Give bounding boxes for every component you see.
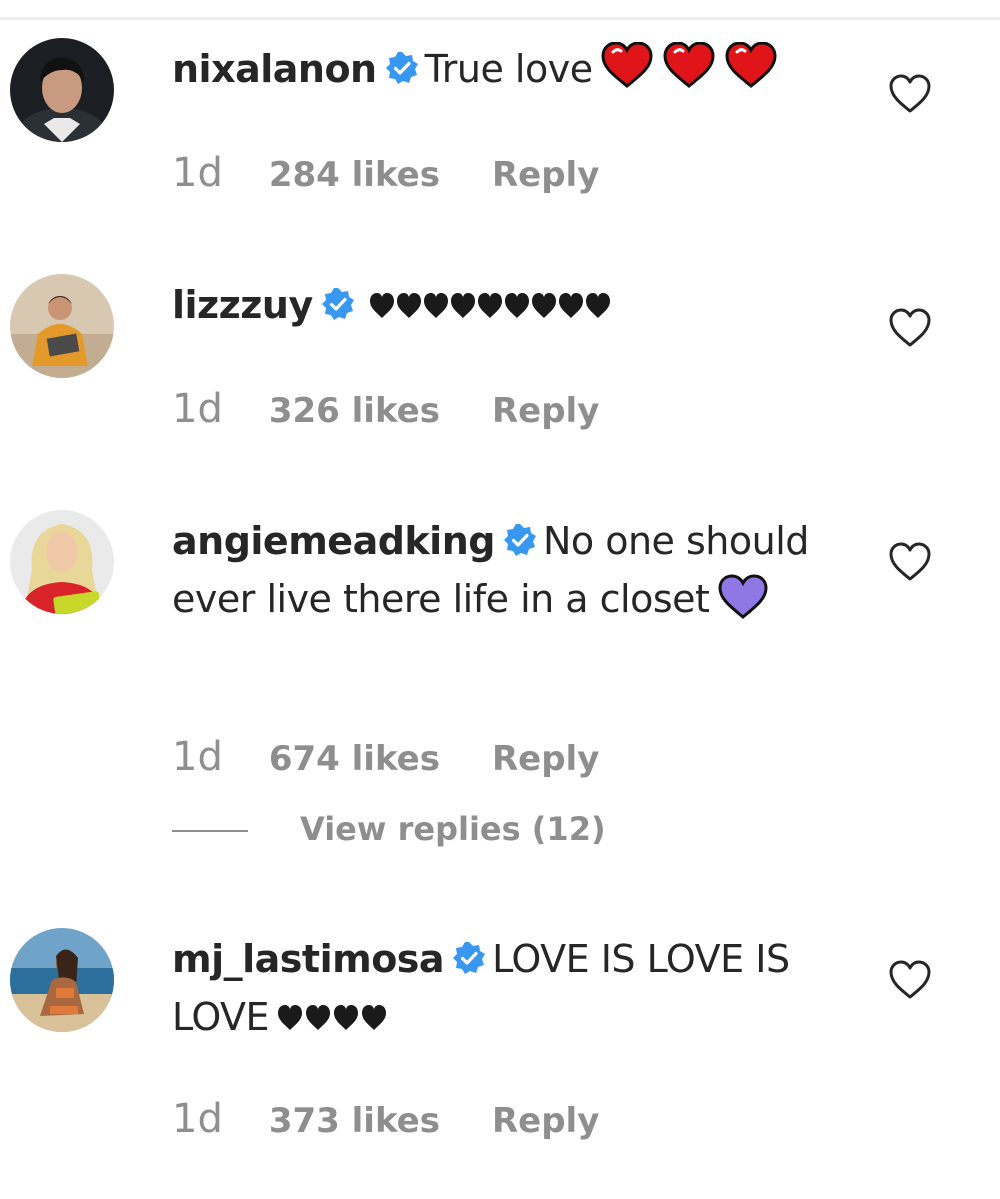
like-heart-icon[interactable] [888,542,932,582]
like-heart-icon[interactable] [888,960,932,1000]
comment-time: 1d [172,734,223,780]
avatar[interactable] [10,928,114,1032]
likes-count[interactable]: 373 likes [269,1101,440,1141]
avatar[interactable] [10,274,114,378]
top-divider [0,17,1000,20]
red-heart-emoji-icon [601,41,779,106]
view-replies-line [172,830,248,832]
reply-button[interactable]: Reply [492,155,599,195]
like-heart-icon[interactable] [888,308,932,348]
username[interactable]: mj_lastimosa [172,937,445,981]
avatar[interactable] [10,510,114,614]
view-replies-button[interactable]: View replies (12) [172,810,606,848]
likes-count[interactable]: 674 likes [269,739,440,779]
verified-badge-icon [453,942,486,974]
view-replies-label: View replies (12) [300,810,606,848]
like-heart-icon[interactable] [888,74,932,114]
verified-badge-icon [503,524,536,556]
comment-text: True love [424,47,593,91]
comment-time: 1d [172,1096,223,1142]
reply-button[interactable]: Reply [492,739,599,779]
comment-time: 1d [172,386,223,432]
black-heart-emoji-icon [369,278,613,336]
username[interactable]: nixalanon [172,47,377,91]
verified-badge-icon [385,52,418,84]
black-heart-emoji-icon [277,990,389,1048]
likes-count[interactable]: 326 likes [269,391,440,431]
purple-heart-emoji-icon [717,574,769,636]
avatar[interactable] [10,38,114,142]
verified-badge-icon [321,288,354,320]
reply-button[interactable]: Reply [492,391,599,431]
username[interactable]: angiemeadking [172,519,495,563]
username[interactable]: lizzzuy [172,283,313,327]
comment-time: 1d [172,150,223,196]
reply-button[interactable]: Reply [492,1101,599,1141]
likes-count[interactable]: 284 likes [269,155,440,195]
